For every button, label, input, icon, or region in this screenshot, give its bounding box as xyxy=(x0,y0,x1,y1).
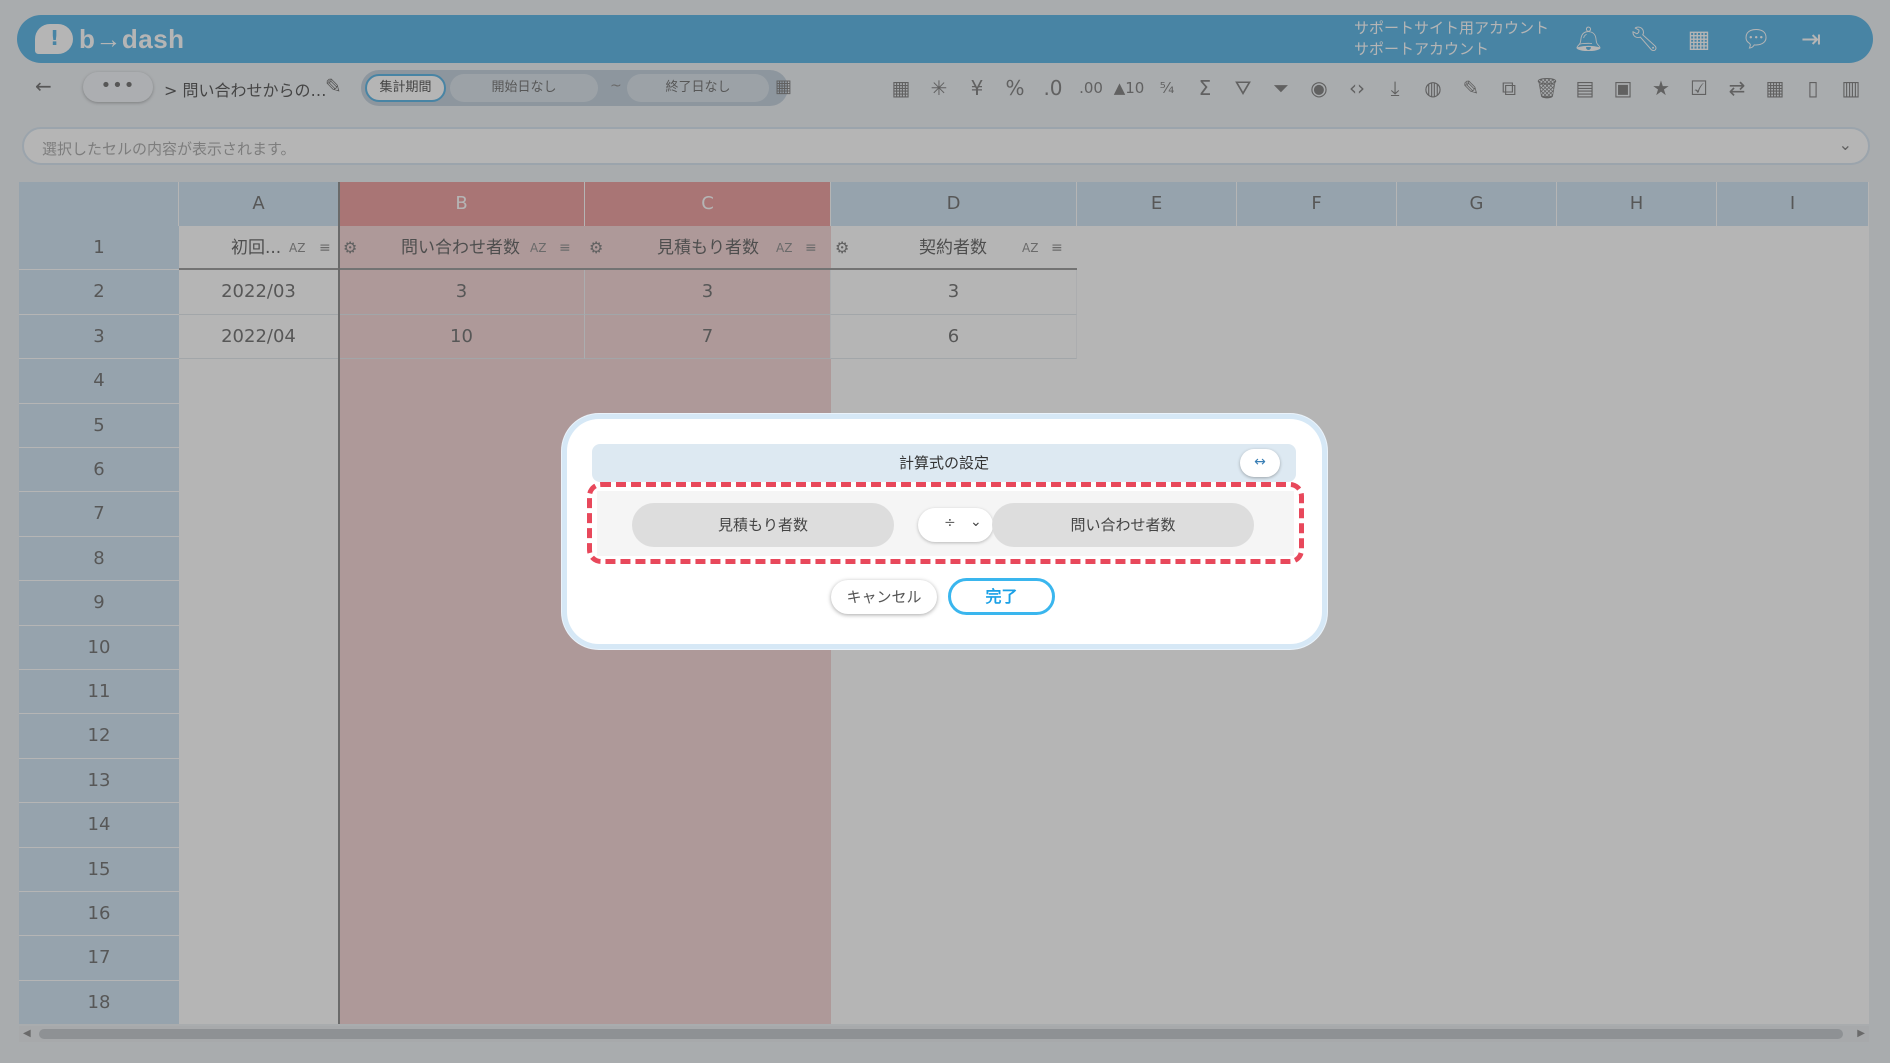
chevron-down-icon: ⌄ xyxy=(970,514,982,530)
formula-row: 見積もり者数 ÷ ⌄ 問い合わせ者数 xyxy=(597,491,1294,556)
left-operand-field[interactable]: 見積もり者数 xyxy=(632,503,894,547)
formula-setting-dialog: 計算式の設定 ↔ 見積もり者数 ÷ ⌄ 問い合わせ者数 キャンセル 完了 xyxy=(567,419,1322,644)
right-operand-field[interactable]: 問い合わせ者数 xyxy=(992,503,1254,547)
dialog-title-bar: 計算式の設定 ↔ xyxy=(592,444,1296,482)
expand-button[interactable]: ↔ xyxy=(1240,449,1280,477)
operator-select[interactable]: ÷ ⌄ xyxy=(918,508,993,542)
done-button[interactable]: 完了 xyxy=(948,578,1055,615)
dialog-title: 計算式の設定 xyxy=(898,454,989,472)
cancel-button[interactable]: キャンセル xyxy=(831,580,937,614)
operator-value: ÷ xyxy=(944,515,956,531)
formula-highlight-box: 見積もり者数 ÷ ⌄ 問い合わせ者数 xyxy=(587,482,1304,564)
